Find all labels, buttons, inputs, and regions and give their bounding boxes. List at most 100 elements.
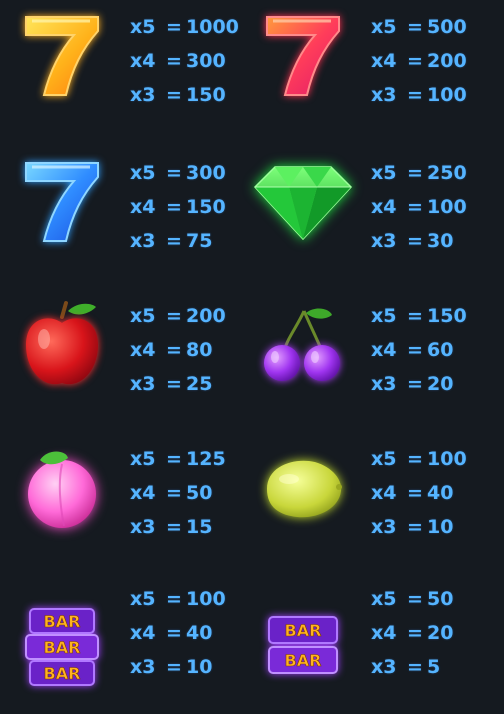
payout-row: x4 = 50 <box>130 476 226 510</box>
payout-row: x3 = 100 <box>371 78 467 112</box>
payout-list: x5 = 150 x4 = 60 x3 = 20 <box>371 299 467 401</box>
payout-value: 100 <box>427 448 467 470</box>
payout-row: x5 = 100 <box>371 442 467 476</box>
paytable-entry-green-diamond: x5 = 250 x4 = 100 x3 = 30 <box>241 146 493 288</box>
equals-sign: = <box>407 84 423 106</box>
equals-sign: = <box>166 373 182 395</box>
payout-count: x4 <box>371 196 397 218</box>
equals-sign: = <box>407 588 423 610</box>
equals-sign: = <box>166 656 182 678</box>
payout-count: x5 <box>371 588 397 610</box>
payout-row: x4 = 20 <box>371 616 453 650</box>
payout-count: x5 <box>371 448 397 470</box>
payout-count: x4 <box>371 339 397 361</box>
paytable-entry-apple: x5 = 200 x4 = 80 x3 = 25 <box>0 289 252 431</box>
payout-value: 125 <box>186 448 226 470</box>
payout-row: x3 = 10 <box>371 510 467 544</box>
payout-value: 30 <box>427 230 454 252</box>
equals-sign: = <box>407 162 423 184</box>
payout-value: 5 <box>427 656 441 678</box>
payout-row: x3 = 30 <box>371 224 467 258</box>
payout-value: 60 <box>427 339 454 361</box>
payout-value: 50 <box>427 588 454 610</box>
equals-sign: = <box>407 656 423 678</box>
equals-sign: = <box>407 339 423 361</box>
payout-count: x3 <box>130 373 156 395</box>
payout-row: x4 = 80 <box>130 333 226 367</box>
payout-row: x3 = 5 <box>371 650 453 684</box>
equals-sign: = <box>166 448 182 470</box>
cherries-icon <box>253 295 353 395</box>
payout-value: 40 <box>427 482 454 504</box>
payout-row: x3 = 75 <box>130 224 226 258</box>
payout-value: 200 <box>427 50 467 72</box>
payout-list: x5 = 250 x4 = 100 x3 = 30 <box>371 156 467 258</box>
double-bar-icon: BAR BAR <box>253 600 353 690</box>
payout-count: x5 <box>371 16 397 38</box>
equals-sign: = <box>407 305 423 327</box>
equals-sign: = <box>407 622 423 644</box>
payout-row: x3 = 20 <box>371 367 467 401</box>
paytable-entry-red-seven: x5 = 500 x4 = 200 x3 = 100 <box>241 0 493 142</box>
bar-label: BAR <box>285 621 322 640</box>
bar-label: BAR <box>44 664 81 683</box>
payout-list: x5 = 100 x4 = 40 x3 = 10 <box>371 442 467 544</box>
payout-row: x3 = 15 <box>130 510 226 544</box>
payout-row: x5 = 250 <box>371 156 467 190</box>
payout-value: 100 <box>186 588 226 610</box>
equals-sign: = <box>166 339 182 361</box>
payout-row: x5 = 500 <box>371 10 467 44</box>
payout-value: 25 <box>186 373 213 395</box>
payout-row: x5 = 50 <box>371 582 453 616</box>
payout-value: 200 <box>186 305 226 327</box>
payout-value: 15 <box>186 516 213 538</box>
payout-row: x4 = 200 <box>371 44 467 78</box>
equals-sign: = <box>166 622 182 644</box>
payout-row: x5 = 200 <box>130 299 226 333</box>
payout-count: x5 <box>371 305 397 327</box>
equals-sign: = <box>407 230 423 252</box>
lemon-icon <box>253 438 353 538</box>
paytable-entry-lemon: x5 = 100 x4 = 40 x3 = 10 <box>241 432 493 574</box>
equals-sign: = <box>166 305 182 327</box>
bar-label: BAR <box>285 651 322 670</box>
payout-row: x4 = 40 <box>371 476 467 510</box>
equals-sign: = <box>407 50 423 72</box>
payout-row: x3 = 10 <box>130 650 226 684</box>
paytable-entry-cherries: x5 = 150 x4 = 60 x3 = 20 <box>241 289 493 431</box>
payout-count: x4 <box>130 196 156 218</box>
payout-value: 100 <box>427 196 467 218</box>
payout-value: 150 <box>186 84 226 106</box>
payout-value: 1000 <box>186 16 239 38</box>
equals-sign: = <box>407 516 423 538</box>
payout-value: 10 <box>427 516 454 538</box>
payout-value: 80 <box>186 339 213 361</box>
payout-row: x4 = 60 <box>371 333 467 367</box>
paytable-entry-double-bar: BAR BAR x5 = 50 x4 = 20 x3 = 5 <box>241 572 493 714</box>
triple-bar-icon: BAR BAR BAR <box>12 602 112 692</box>
payout-value: 40 <box>186 622 213 644</box>
payout-count: x3 <box>130 656 156 678</box>
blue-seven-icon <box>12 152 112 252</box>
payout-count: x5 <box>130 16 156 38</box>
equals-sign: = <box>407 373 423 395</box>
equals-sign: = <box>166 84 182 106</box>
payout-list: x5 = 100 x4 = 40 x3 = 10 <box>130 582 226 684</box>
payout-row: x5 = 125 <box>130 442 226 476</box>
payout-value: 300 <box>186 162 226 184</box>
payout-list: x5 = 1000 x4 = 300 x3 = 150 <box>130 10 239 112</box>
payout-value: 50 <box>186 482 213 504</box>
payout-list: x5 = 200 x4 = 80 x3 = 25 <box>130 299 226 401</box>
green-diamond-icon <box>253 152 353 252</box>
equals-sign: = <box>166 196 182 218</box>
paytable: x5 = 1000 x4 = 300 x3 = 150 x5 = 500 x4 = 200 x3 = 1… <box>0 0 504 713</box>
payout-list: x5 = 50 x4 = 20 x3 = 5 <box>371 582 453 684</box>
payout-value: 75 <box>186 230 213 252</box>
apple-icon <box>12 295 112 395</box>
payout-count: x3 <box>371 84 397 106</box>
payout-row: x4 = 40 <box>130 616 226 650</box>
payout-count: x3 <box>130 516 156 538</box>
paytable-entry-peach: x5 = 125 x4 = 50 x3 = 15 <box>0 432 252 574</box>
payout-count: x3 <box>371 516 397 538</box>
payout-row: x4 = 300 <box>130 44 239 78</box>
